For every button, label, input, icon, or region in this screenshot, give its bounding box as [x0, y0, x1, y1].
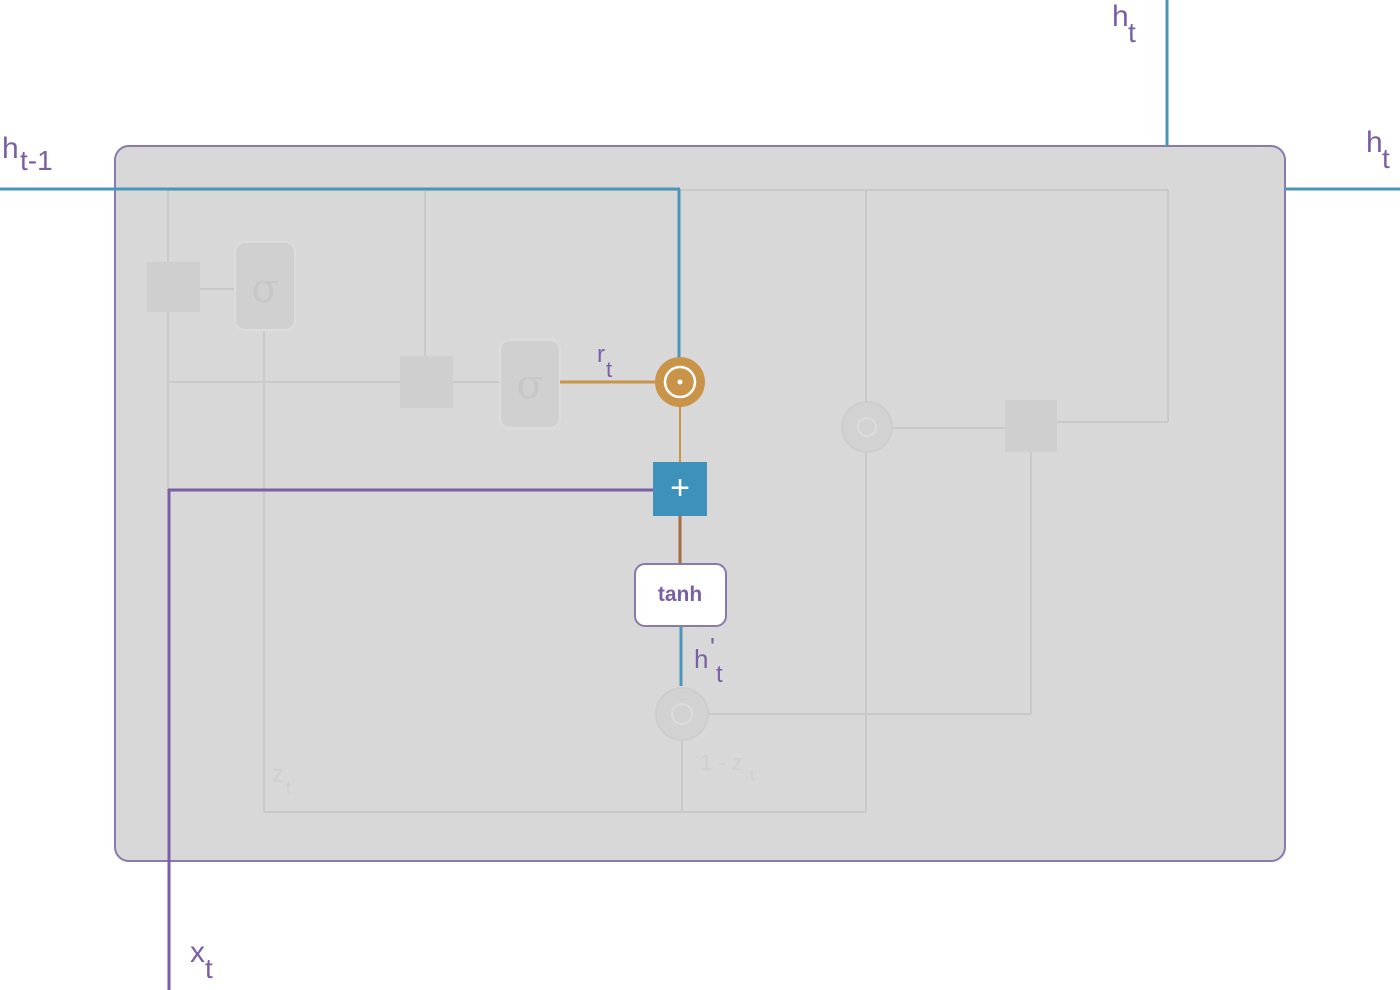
gru-diagram: + σ + σ + z t 1 - z t + tanh h t-1 h t h…	[0, 0, 1400, 990]
faint-one-minus-z: 1 - z	[700, 750, 743, 775]
r-sub: t	[606, 357, 612, 382]
faint-odot-left	[841, 401, 893, 453]
hprime-prime: '	[710, 632, 715, 662]
faint-odot-bottom	[655, 687, 709, 741]
faint-sigma-r: σ	[516, 362, 543, 408]
h-prev-sub: t-1	[20, 145, 53, 176]
h-top-sub: t	[1128, 17, 1136, 48]
x-label: x	[190, 936, 205, 969]
faint-sigma-z: σ	[251, 266, 278, 312]
h-right-label: h	[1366, 126, 1383, 159]
faint-one-minus-z-sub: t	[750, 767, 755, 784]
reset-odot-dot	[677, 379, 683, 385]
hprime-sub: t	[716, 661, 723, 688]
faint-add-symbol-r: +	[420, 370, 433, 395]
faint-z-sub: t	[286, 778, 291, 798]
x-sub: t	[205, 953, 213, 984]
faint-z-label: z	[272, 761, 284, 788]
hprime-label: h	[694, 644, 708, 674]
h-prev-label: h	[2, 132, 19, 165]
h-right-sub: t	[1382, 143, 1390, 174]
plus-symbol: +	[670, 469, 690, 507]
faint-add-symbol-out: +	[1025, 414, 1038, 439]
faint-add-symbol-z: +	[167, 276, 180, 301]
r-label: r	[597, 341, 605, 368]
h-top-label: h	[1112, 0, 1129, 33]
tanh-label: tanh	[658, 583, 702, 606]
